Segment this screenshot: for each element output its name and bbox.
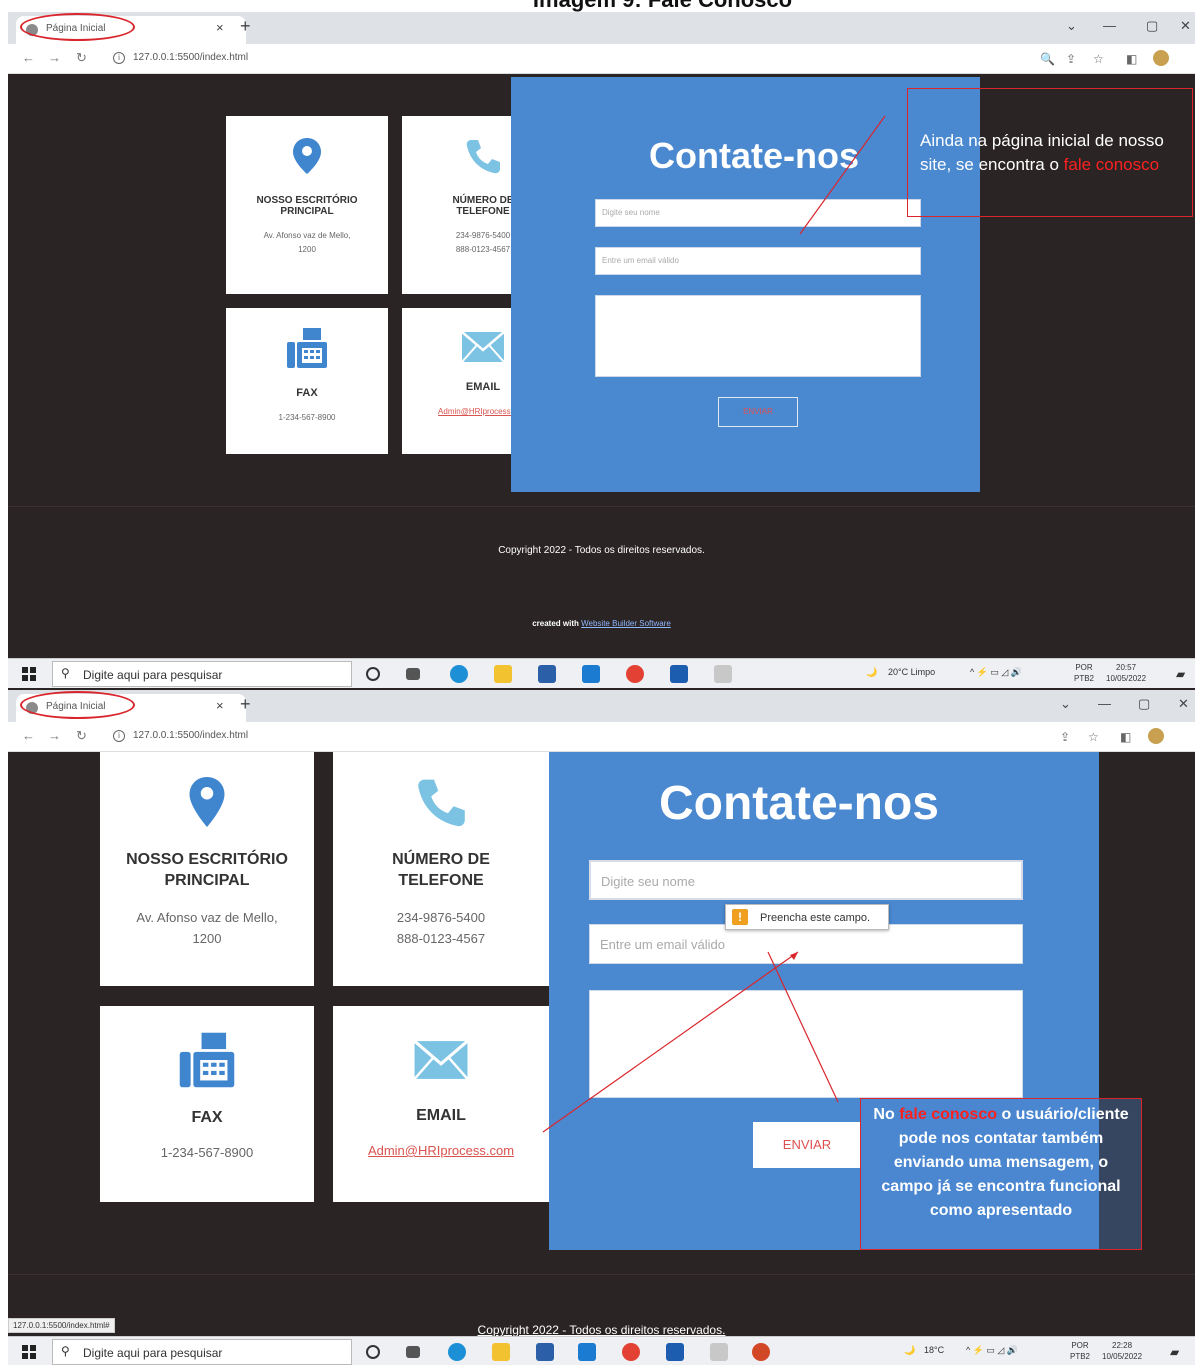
figure-title: Imagem 9: Fale Conosco	[0, 0, 1195, 12]
annotation-arrow-1	[799, 115, 886, 235]
annotation-arrow-2	[542, 951, 839, 1133]
screenshot-2: Página Inicial × + ⌄ — ▢ ✕ ← → ↻ i 127.0…	[8, 690, 1195, 1365]
screenshot-1: Página Inicial × + ⌄ — ▢ ✕ ← → ↻ i 127.0…	[8, 12, 1195, 690]
